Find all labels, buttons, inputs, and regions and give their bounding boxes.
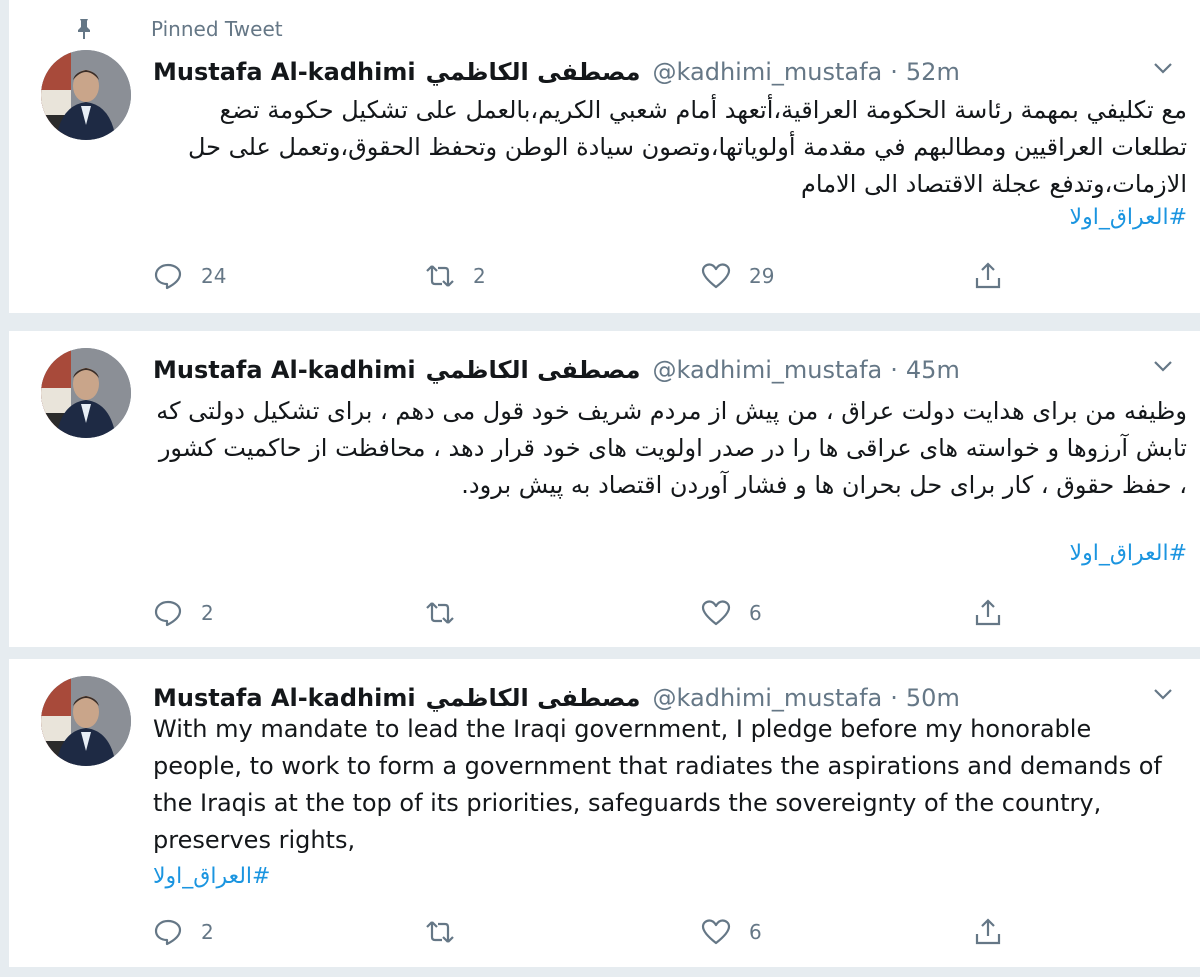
chevron-down-icon[interactable]: [1153, 62, 1173, 74]
retweet-icon: [426, 921, 454, 943]
chevron-down-icon[interactable]: [1153, 360, 1173, 372]
reply-button[interactable]: 2: [153, 912, 214, 952]
author-name-arabic[interactable]: مصطفى الكاظمي: [426, 356, 641, 384]
heart-icon: [701, 263, 731, 289]
share-button[interactable]: [973, 593, 1003, 633]
separator-dot: ·: [890, 684, 898, 712]
tweet-text: وظیفه من برای هدایت دولت عراق ، من پیش ا…: [156, 397, 1187, 499]
reply-icon: [154, 600, 182, 627]
tweet-header: Mustafa Al-kadhimi مصطفى الكاظمي @kadhim…: [153, 55, 1131, 89]
pinned-label: Pinned Tweet: [151, 17, 283, 41]
tweet-card[interactable]: Mustafa Al-kadhimi مصطفى الكاظمي @kadhim…: [8, 659, 1200, 967]
hashtag-link[interactable]: #العراق_اولا: [1070, 205, 1187, 230]
reply-button[interactable]: 2: [153, 593, 214, 633]
retweet-icon: [426, 265, 454, 287]
retweet-button[interactable]: [425, 912, 473, 952]
retweet-icon: [426, 602, 454, 624]
tweet-card[interactable]: Mustafa Al-kadhimi مصطفى الكاظمي @kadhim…: [8, 331, 1200, 647]
separator-dot: ·: [890, 58, 898, 86]
pinned-tweet-indicator: Pinned Tweet: [78, 16, 283, 42]
tweet-card[interactable]: Pinned Tweet Mustafa Al-kadhimi مصطفى ال…: [8, 0, 1200, 313]
retweet-count: 2: [473, 264, 486, 288]
like-button[interactable]: 6: [701, 593, 762, 633]
retweet-button[interactable]: 2: [425, 256, 486, 296]
reply-count: 2: [201, 920, 214, 944]
hashtag-link[interactable]: #العراق_اولا: [153, 864, 270, 889]
share-button[interactable]: [973, 256, 1003, 296]
tweet-text: With my mandate to lead the Iraqi govern…: [153, 715, 1162, 854]
chevron-down-icon[interactable]: [1153, 688, 1173, 700]
tweet-header: Mustafa Al-kadhimi مصطفى الكاظمي @kadhim…: [153, 353, 1131, 387]
author-handle[interactable]: @kadhimi_mustafa: [653, 58, 883, 86]
reply-icon: [154, 263, 182, 290]
author-name[interactable]: Mustafa Al-kadhimi: [153, 684, 416, 712]
like-button[interactable]: 29: [701, 256, 774, 296]
pin-icon: [78, 19, 90, 39]
avatar[interactable]: [41, 348, 131, 438]
hashtag-link[interactable]: #العراق_اولا: [1070, 541, 1187, 566]
author-handle[interactable]: @kadhimi_mustafa: [653, 356, 883, 384]
share-icon: [975, 599, 1001, 626]
share-icon: [975, 918, 1001, 945]
avatar[interactable]: [41, 676, 131, 766]
tweet-timestamp[interactable]: 50m: [906, 684, 960, 712]
share-button[interactable]: [973, 912, 1003, 952]
author-name-arabic[interactable]: مصطفى الكاظمي: [426, 58, 641, 86]
like-count: 6: [749, 920, 762, 944]
like-count: 29: [749, 264, 775, 288]
reply-icon: [154, 919, 182, 946]
tweet-timestamp[interactable]: 52m: [906, 58, 960, 86]
share-icon: [975, 262, 1001, 289]
tweet-header: Mustafa Al-kadhimi مصطفى الكاظمي @kadhim…: [153, 681, 1131, 715]
retweet-button[interactable]: [425, 593, 473, 633]
like-button[interactable]: 6: [701, 912, 762, 952]
heart-icon: [701, 600, 731, 626]
separator-dot: ·: [890, 356, 898, 384]
author-handle[interactable]: @kadhimi_mustafa: [653, 684, 883, 712]
heart-icon: [701, 919, 731, 945]
avatar[interactable]: [41, 50, 131, 140]
tweet-timestamp[interactable]: 45m: [906, 356, 960, 384]
reply-count: 24: [201, 264, 227, 288]
tweet-text: مع تكليفي بمهمة رئاسة الحكومة العراقية،أ…: [187, 96, 1187, 198]
reply-button[interactable]: 24: [153, 256, 226, 296]
reply-count: 2: [201, 601, 214, 625]
like-count: 6: [749, 601, 762, 625]
author-name-arabic[interactable]: مصطفى الكاظمي: [426, 684, 641, 712]
author-name[interactable]: Mustafa Al-kadhimi: [153, 58, 416, 86]
author-name[interactable]: Mustafa Al-kadhimi: [153, 356, 416, 384]
